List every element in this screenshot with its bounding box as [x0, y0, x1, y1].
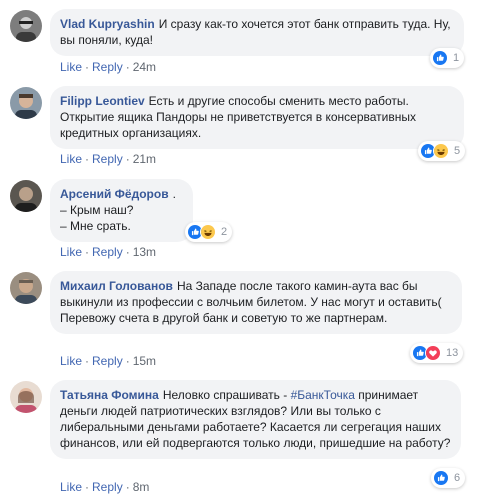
comment-author[interactable]: Filipp Leontiev [60, 94, 145, 108]
comment-text-line: . [172, 187, 176, 201]
separator: · [125, 60, 130, 74]
separator: · [125, 480, 130, 494]
reactions-summary[interactable]: 5 [418, 141, 466, 161]
avatar[interactable] [10, 381, 42, 413]
comment-time[interactable]: 21m [133, 152, 156, 166]
comment-author[interactable]: Vlad Kupryashin [60, 17, 155, 31]
comment-text-line: – Мне срать. [60, 219, 131, 233]
like-link[interactable]: Like [60, 480, 82, 494]
comment-bubble: Vlad Kupryashin И сразу как-то хочется эт… [50, 9, 464, 56]
reaction-count: 1 [453, 52, 460, 64]
reactions-summary[interactable]: 2 [185, 222, 233, 242]
separator: · [85, 245, 90, 259]
comment-author[interactable]: Татьяна Фомина [60, 388, 159, 402]
reply-link[interactable]: Reply [92, 480, 123, 494]
comment-time[interactable]: 8m [133, 480, 150, 494]
comment-bubble: Михаил Голованов На Западе после такого к… [50, 271, 462, 334]
separator: · [125, 354, 130, 368]
reactions-summary[interactable]: 1 [430, 48, 465, 68]
like-link[interactable]: Like [60, 245, 82, 259]
reply-link[interactable]: Reply [92, 60, 123, 74]
comment-time[interactable]: 13m [133, 245, 156, 259]
comment-actions: Like · Reply · 13m [60, 244, 156, 260]
reply-link[interactable]: Reply [92, 152, 123, 166]
comment-time[interactable]: 15m [133, 354, 156, 368]
like-icon [433, 470, 449, 486]
like-link[interactable]: Like [60, 152, 82, 166]
hashtag-link[interactable]: #БанкТочка [291, 388, 355, 402]
reactions-summary[interactable]: 13 [410, 343, 464, 363]
reply-link[interactable]: Reply [92, 354, 123, 368]
separator: · [125, 152, 130, 166]
separator: · [125, 245, 130, 259]
reaction-count: 13 [446, 347, 459, 359]
love-icon [425, 345, 441, 361]
separator: · [85, 480, 90, 494]
comment-author[interactable]: Михаил Голованов [60, 279, 173, 293]
comment-bubble: Татьяна Фомина Неловко спрашивать - #Банк… [50, 380, 461, 459]
like-link[interactable]: Like [60, 354, 82, 368]
comment-actions: Like · Reply · 8m [60, 479, 149, 495]
comment-bubble: Арсений Фёдоров. – Крым наш? – Мне срать… [50, 179, 193, 242]
comment-text: Неловко спрашивать - [162, 388, 291, 402]
reaction-count: 5 [454, 145, 461, 157]
reactions-summary[interactable]: 6 [431, 468, 466, 488]
separator: · [85, 354, 90, 368]
avatar[interactable] [10, 10, 42, 42]
separator: · [85, 60, 90, 74]
haha-icon [200, 224, 216, 240]
separator: · [85, 152, 90, 166]
reply-link[interactable]: Reply [92, 245, 123, 259]
comment-bubble: Filipp Leontiev Есть и другие способы сме… [50, 86, 464, 149]
avatar[interactable] [10, 272, 42, 304]
comment-time[interactable]: 24m [133, 60, 156, 74]
comment-actions: Like · Reply · 21m [60, 151, 156, 167]
comment-actions: Like · Reply · 15m [60, 353, 156, 369]
comment-actions: Like · Reply · 24m [60, 59, 156, 75]
like-link[interactable]: Like [60, 60, 82, 74]
avatar[interactable] [10, 87, 42, 119]
avatar[interactable] [10, 180, 42, 212]
comment-text-line: – Крым наш? [60, 203, 134, 217]
reaction-count: 2 [221, 226, 228, 238]
haha-icon [433, 143, 449, 159]
comment-author[interactable]: Арсений Фёдоров [60, 187, 169, 201]
reaction-count: 6 [454, 472, 461, 484]
like-icon [432, 50, 448, 66]
